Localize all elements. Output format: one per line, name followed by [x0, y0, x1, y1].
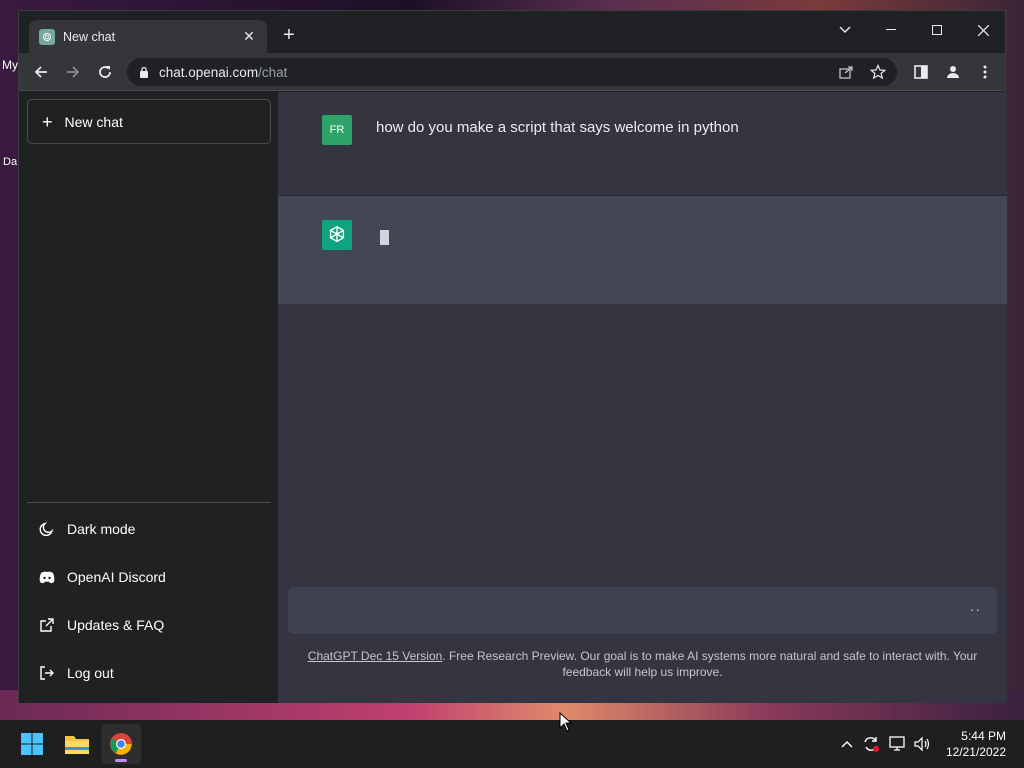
sidebar-item-discord[interactable]: OpenAI Discord: [27, 555, 271, 599]
close-tab-icon[interactable]: ✕: [241, 28, 257, 45]
sidebar-item-label: Log out: [67, 665, 114, 681]
sidebar: + New chat Dark mode OpenAI Discord Upda…: [19, 92, 278, 703]
sidebar-item-dark-mode[interactable]: Dark mode: [27, 507, 271, 551]
volume-icon[interactable]: [912, 734, 932, 754]
discord-icon: [39, 569, 55, 585]
sidebar-item-updates-faq[interactable]: Updates & FAQ: [27, 603, 271, 647]
user-message-text: how do you make a script that says welco…: [376, 119, 739, 136]
url-path: /chat: [258, 64, 288, 80]
address-bar[interactable]: chat.openai.com/chat: [127, 58, 897, 86]
chatgpt-page: + New chat Dark mode OpenAI Discord Upda…: [19, 92, 1007, 703]
network-icon[interactable]: [888, 734, 908, 754]
browser-toolbar: chat.openai.com/chat: [19, 53, 1005, 91]
tab-title: New chat: [63, 29, 116, 44]
system-clock[interactable]: 5:44 PM 12/21/2022: [946, 728, 1006, 760]
star-icon[interactable]: [869, 63, 887, 81]
chat-input[interactable]: ··: [288, 587, 997, 634]
sidebar-item-label: OpenAI Discord: [67, 569, 166, 585]
typing-cursor: [380, 230, 389, 245]
new-chat-button[interactable]: + New chat: [27, 99, 271, 144]
version-link[interactable]: ChatGPT Dec 15 Version: [308, 649, 443, 663]
sidebar-item-label: Dark mode: [67, 521, 136, 537]
chrome-icon[interactable]: [101, 724, 141, 764]
user-avatar: FR: [322, 115, 352, 145]
logout-icon: [39, 665, 55, 681]
browser-window: New chat ✕ + chat.openai.com /chat + New…: [18, 10, 1007, 703]
tab-search-icon[interactable]: [822, 15, 868, 45]
openai-logo-icon: [322, 220, 352, 250]
desktop-icon-label[interactable]: Da: [3, 156, 17, 168]
loading-dots: ··: [969, 601, 981, 617]
clock-date: 12/21/2022: [945, 745, 1006, 759]
taskbar: 5:44 PM 12/21/2022: [0, 720, 1024, 768]
browser-tab[interactable]: New chat ✕: [29, 20, 267, 53]
clock-time: 5:44 PM: [961, 729, 1006, 743]
file-explorer-icon[interactable]: [57, 724, 97, 764]
minimize-icon[interactable]: [868, 15, 914, 45]
reload-icon[interactable]: [91, 58, 119, 86]
active-app-indicator: [115, 759, 127, 762]
maximize-icon[interactable]: [914, 15, 960, 45]
profile-icon[interactable]: [939, 58, 967, 86]
title-bar: New chat ✕ +: [19, 11, 1005, 53]
footer-notice: ChatGPT Dec 15 Version. Free Research Pr…: [298, 648, 987, 680]
moon-icon: [39, 521, 55, 537]
user-message-row: FR how do you make a script that says we…: [278, 92, 1007, 196]
chevron-up-icon[interactable]: [837, 734, 857, 754]
sync-icon[interactable]: [861, 734, 881, 754]
new-tab-button[interactable]: +: [277, 24, 301, 48]
sidebar-item-label: Updates & FAQ: [67, 617, 165, 633]
menu-icon[interactable]: [971, 58, 999, 86]
back-icon[interactable]: [27, 58, 55, 86]
assistant-message-row: [278, 196, 1007, 304]
lock-icon[interactable]: [139, 66, 149, 78]
mouse-pointer-icon: [559, 711, 573, 737]
sidebar-divider: [27, 502, 271, 503]
plus-icon: +: [42, 111, 53, 132]
new-chat-label: New chat: [64, 113, 123, 130]
chat-main: FR how do you make a script that says we…: [278, 92, 1007, 703]
windows-start-icon[interactable]: [12, 724, 52, 764]
sidebar-item-log-out[interactable]: Log out: [27, 651, 271, 695]
forward-icon[interactable]: [59, 58, 87, 86]
url-host: chat.openai.com: [159, 64, 259, 80]
share-icon[interactable]: [837, 63, 855, 81]
desktop-icon-label[interactable]: My: [2, 58, 18, 72]
external-link-icon: [39, 617, 55, 633]
footer-text: . Free Research Preview. Our goal is to …: [442, 649, 978, 679]
close-window-icon[interactable]: [960, 15, 1006, 45]
sidepanel-icon[interactable]: [907, 58, 935, 86]
openai-favicon-icon: [39, 28, 55, 45]
